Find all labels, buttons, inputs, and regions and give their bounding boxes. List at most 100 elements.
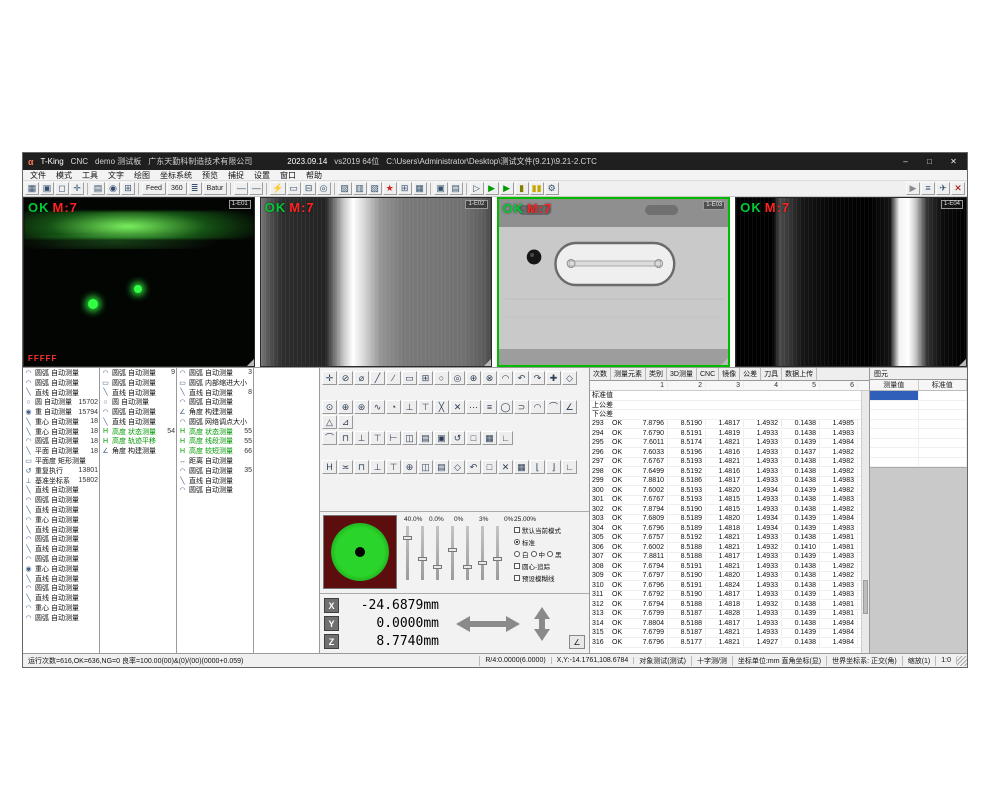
table-row[interactable]: 下公差 [590,410,861,420]
tool-icon-button[interactable]: ⊓ [354,460,369,474]
menu-item[interactable]: 绘图 [129,170,155,181]
table-row[interactable]: 316OK7.67968.51771.48211.49270.14381.498… [590,638,861,648]
tool-icon-button[interactable]: △ [322,415,337,429]
measure-item-row[interactable]: ◠重心自动测量 [23,603,99,613]
grid-minus-icon[interactable]: ⊟ [302,182,316,195]
table-row[interactable]: 293OK7.87968.51901.48171.49320.14381.498… [590,420,861,430]
table-tab[interactable]: 镜像 [719,368,740,380]
measure-line-icon[interactable]: — [234,182,248,195]
slider-thumb[interactable] [463,565,472,569]
jog-horizontal-icon[interactable] [456,614,520,634]
minimize-button[interactable]: – [897,157,914,166]
measure-item-row[interactable]: ▭圆弧内部缩进大小 [177,378,253,388]
hatch-icon[interactable]: ▨ [338,182,352,195]
slider-thumb[interactable] [403,536,412,540]
measure-item-row[interactable]: ╲直线自动测量 [23,388,99,398]
menu-item[interactable]: 帮助 [301,170,327,181]
panel-row[interactable] [870,429,967,439]
settings-icon[interactable]: ⚙ [545,182,559,195]
menu-icon[interactable]: ≡ [921,182,935,195]
measure-item-row[interactable]: ↺重复执行13801 [23,466,99,476]
vertical-slider[interactable] [466,526,469,580]
measure-item-row[interactable]: ◠圆弧自动测量 [23,554,99,564]
tool-icon-button[interactable]: ◯ [498,400,513,414]
measure-item-row[interactable]: ╲直线自动测量 [23,486,99,496]
slider-thumb[interactable] [448,548,457,552]
tool-icon-button[interactable]: ⊤ [418,400,433,414]
vertical-slider[interactable] [481,526,484,580]
panel-row[interactable] [870,420,967,430]
play-loop-icon[interactable]: ▶ [500,182,514,195]
table-row[interactable]: 306OK7.60028.51881.48211.49320.14101.498… [590,543,861,553]
table-tab[interactable]: 刀具 [761,368,782,380]
slider-thumb[interactable] [478,561,487,565]
menu-item[interactable]: 窗口 [275,170,301,181]
tool-icon-button[interactable]: ⊕ [402,460,417,474]
measure-item-row[interactable]: ╲重心自动测量18 [23,427,99,437]
tool-icon-button[interactable]: ▤ [434,460,449,474]
tool-icon-button[interactable]: ⊕ [338,400,353,414]
measure-item-row[interactable]: ◠圆弧自动测量 [23,378,99,388]
track-checkbox[interactable] [514,563,520,569]
tool-icon-button[interactable]: ≡ [482,400,497,414]
close-button[interactable]: ✕ [945,157,962,166]
window-resize-grip[interactable] [957,656,967,666]
measure-item-row[interactable]: ╲重心自动测量18 [23,417,99,427]
tool-icon-button[interactable]: ⌋ [546,460,561,474]
table-row[interactable]: 标准值 [590,391,861,401]
measure-item-row[interactable]: H高度状态测量54 [100,427,176,437]
new-window-icon[interactable]: ◻ [55,182,69,195]
stop-icon[interactable]: ▮ [515,182,529,195]
tool-icon-button[interactable]: □ [482,460,497,474]
panel-row[interactable] [870,391,967,401]
adjust-icon[interactable]: ≣ [188,182,202,195]
tool-icon-button[interactable]: ▦ [514,460,529,474]
vertical-slider[interactable] [421,526,424,580]
menu-item[interactable]: 文件 [25,170,51,181]
search-icon[interactable]: ◎ [317,182,331,195]
select-icon[interactable]: ▣ [40,182,54,195]
feed-button[interactable]: Feed [142,182,166,195]
mid-radio[interactable] [531,551,537,557]
menu-item[interactable]: 工具 [77,170,103,181]
tool-icon-button[interactable]: ✚ [546,371,561,385]
table-row[interactable]: 308OK7.67948.51911.48211.49330.14381.498… [590,562,861,572]
measure-item-row[interactable]: ◠圆弧自动测量 [23,368,99,378]
tool-icon-button[interactable]: ○ [434,371,449,385]
table-row[interactable]: 294OK7.67908.51911.48191.49330.14381.498… [590,429,861,439]
menu-item[interactable]: 设置 [249,170,275,181]
panel-row[interactable] [870,401,967,411]
table-scrollbar[interactable] [861,391,869,653]
tool-icon-button[interactable]: ╳ [434,400,449,414]
table-row[interactable]: 298OK7.64998.51921.48161.49330.14381.498… [590,467,861,477]
tool-icon-button[interactable]: ✛ [322,371,337,385]
tool-icon-button[interactable]: ⊥ [354,431,369,445]
tool-icon-button[interactable]: ⊕ [466,371,481,385]
tool-icon-button[interactable]: H [322,460,337,474]
measure-item-row[interactable]: ○圆自动测量15702 [23,397,99,407]
table-icon[interactable]: ▦ [413,182,427,195]
table-row[interactable]: 303OK7.68098.51891.48201.49340.14391.498… [590,515,861,525]
measure-item-row[interactable]: ∠角度构建测量 [100,446,176,456]
tool-icon-button[interactable]: ⊥ [402,400,417,414]
measure-item-row[interactable]: ╲直线自动测量 [23,593,99,603]
measure-item-row[interactable]: ◠重心自动测量 [23,515,99,525]
vertical-slider[interactable] [406,526,409,580]
panel-row[interactable] [870,458,967,468]
table-row[interactable]: 301OK7.67678.51931.48151.49330.14381.498… [590,496,861,506]
tool-icon-button[interactable]: ⊙ [322,400,337,414]
grid-icon[interactable]: ▦ [25,182,39,195]
camera-resize-handle[interactable] [959,359,966,366]
tool-icon-button[interactable]: ↶ [514,371,529,385]
measure-item-row[interactable]: ◠圆弧自动测量 [177,397,253,407]
menu-item[interactable]: 坐标系统 [155,170,197,181]
table-tab[interactable]: CNC [697,368,719,380]
measure-item-row[interactable]: ▭平面度矩形测量 [23,456,99,466]
tool-icon-button[interactable]: ✕ [450,400,465,414]
white-radio[interactable] [514,551,520,557]
tool-icon-button[interactable]: ⊗ [482,371,497,385]
table-row[interactable]: 304OK7.67968.51891.48181.49340.14391.498… [590,524,861,534]
tool-icon-button[interactable]: ▤ [418,431,433,445]
measure-item-row[interactable]: ╲直线自动测量 [177,476,253,486]
tool-icon-button[interactable]: ◫ [418,460,433,474]
